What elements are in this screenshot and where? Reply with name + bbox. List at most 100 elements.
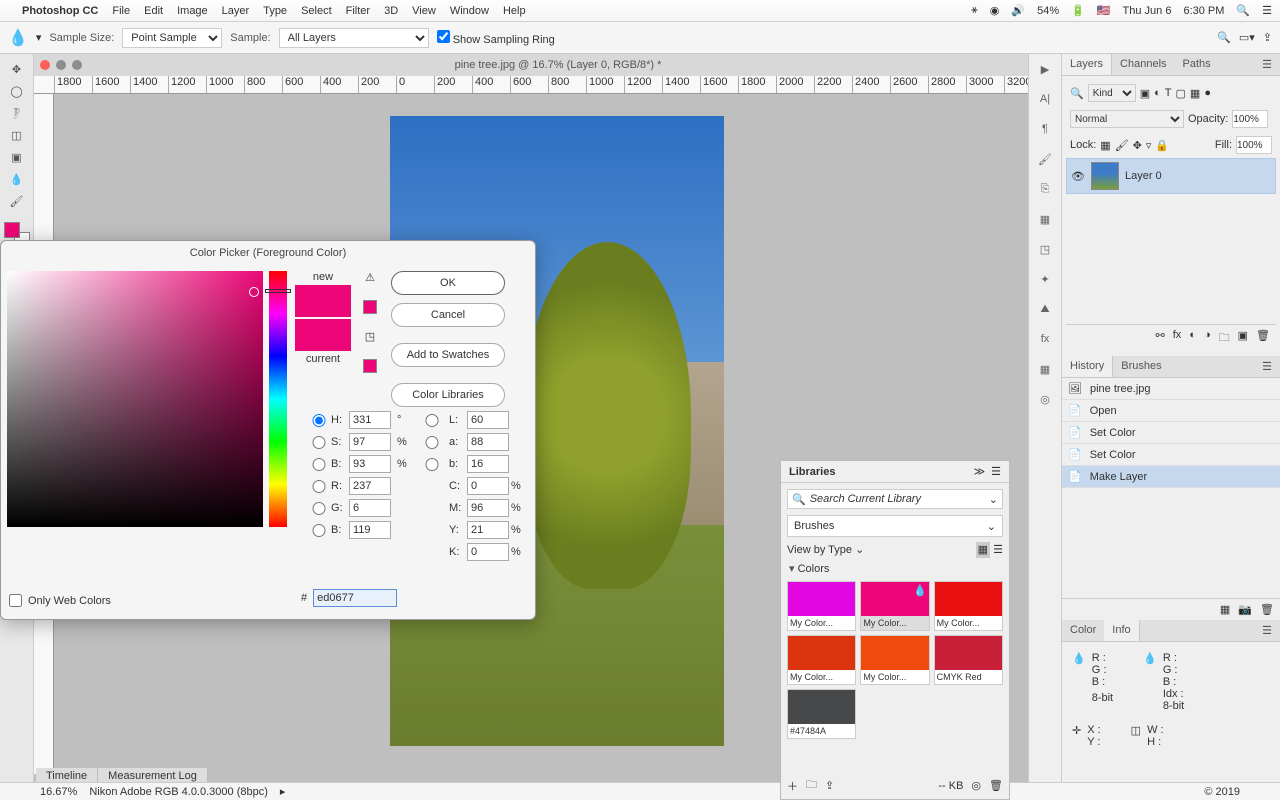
filter-shape-icon[interactable]: ▢: [1176, 87, 1186, 100]
library-swatch[interactable]: My Color...: [860, 635, 929, 685]
cloud-icon[interactable]: ◎: [971, 779, 981, 792]
mask-icon[interactable]: ◐: [1189, 329, 1196, 348]
menu-image[interactable]: Image: [177, 5, 208, 17]
menubar-date[interactable]: Thu Jun 6: [1123, 5, 1172, 17]
cancel-button[interactable]: Cancel: [391, 303, 505, 327]
window-zoom[interactable]: [72, 60, 82, 70]
move-tool[interactable]: ✥: [5, 58, 29, 80]
lock-nest-icon[interactable]: ▿: [1146, 139, 1152, 152]
panel-menu-icon[interactable]: ☰: [1254, 54, 1280, 75]
library-swatch[interactable]: My Color...: [787, 635, 856, 685]
tab-color[interactable]: Color: [1062, 620, 1104, 641]
h-input[interactable]: [349, 411, 391, 429]
app-name[interactable]: Photoshop CC: [22, 5, 98, 17]
filter-adjust-icon[interactable]: ◐: [1154, 87, 1161, 99]
tab-layers[interactable]: Layers: [1062, 54, 1112, 75]
blend-mode-select[interactable]: Normal: [1070, 110, 1184, 128]
menu-view[interactable]: View: [412, 5, 436, 17]
menu-window[interactable]: Window: [450, 5, 489, 17]
workspace-switcher[interactable]: ▭▾: [1239, 31, 1255, 44]
lock-pos-icon[interactable]: ✥: [1133, 139, 1142, 152]
grid-icon[interactable]: ▦: [1035, 360, 1055, 378]
flag-icon[interactable]: 🇺🇸: [1097, 4, 1111, 17]
bluetooth-icon[interactable]: ⚹: [971, 4, 978, 17]
fx-icon[interactable]: fx: [1173, 329, 1182, 348]
marquee-tool[interactable]: ◯: [5, 80, 29, 102]
create-doc-icon[interactable]: ▦: [1220, 603, 1230, 616]
radio-lab-b[interactable]: [417, 458, 447, 471]
tab-paths[interactable]: Paths: [1175, 54, 1219, 75]
layer-row[interactable]: 👁 Layer 0: [1066, 158, 1276, 194]
tab-history[interactable]: History: [1062, 356, 1113, 377]
visibility-icon[interactable]: 👁: [1071, 170, 1085, 183]
b-input[interactable]: [349, 455, 391, 473]
c-input[interactable]: [467, 477, 509, 495]
play-icon[interactable]: ▶: [1035, 60, 1055, 78]
library-swatch[interactable]: 💧My Color...: [860, 581, 929, 631]
y-input[interactable]: [467, 521, 509, 539]
color-libraries-button[interactable]: Color Libraries: [391, 383, 505, 407]
radio-bv[interactable]: [309, 524, 329, 537]
bv-input[interactable]: [349, 521, 391, 539]
lock-all-icon[interactable]: 🔒: [1155, 139, 1169, 152]
colors-section-header[interactable]: ▾ Colors: [781, 562, 1009, 575]
link-icon[interactable]: ⚯: [1156, 329, 1165, 348]
websafe-swatch[interactable]: [363, 359, 377, 373]
library-set-select[interactable]: Brushes⌄: [787, 515, 1003, 537]
brush-tool[interactable]: 🖌: [5, 190, 29, 212]
eyedropper-tool[interactable]: 💧: [5, 168, 29, 190]
character-icon[interactable]: A|: [1035, 90, 1055, 108]
radio-s[interactable]: [309, 436, 329, 449]
3d-icon[interactable]: ◳: [1035, 240, 1055, 258]
library-swatch[interactable]: My Color...: [787, 581, 856, 631]
menu-type[interactable]: Type: [263, 5, 287, 17]
panel-menu-icon[interactable]: ☰: [1254, 356, 1280, 377]
warning-swatch[interactable]: [363, 300, 377, 314]
saturation-field[interactable]: [7, 271, 263, 527]
opacity-input[interactable]: [1232, 110, 1268, 128]
radio-a[interactable]: [417, 436, 447, 449]
hue-slider[interactable]: [269, 271, 287, 527]
g-input[interactable]: [349, 499, 391, 517]
tab-info[interactable]: Info: [1104, 620, 1139, 641]
filter-smart-icon[interactable]: ▦: [1190, 87, 1200, 100]
web-colors-checkbox[interactable]: [9, 594, 22, 607]
trash-icon[interactable]: 🗑: [1260, 603, 1274, 616]
layer-thumbnail[interactable]: [1091, 162, 1119, 190]
history-snapshot[interactable]: 🖼pine tree.jpg: [1062, 378, 1280, 400]
swatches-icon[interactable]: ▦: [1035, 210, 1055, 228]
color-profile[interactable]: Nikon Adobe RGB 4.0.0.3000 (8bpc): [89, 786, 268, 798]
a-input[interactable]: [467, 433, 509, 451]
library-swatch[interactable]: My Color...: [934, 581, 1003, 631]
history-item[interactable]: 📄Make Layer: [1062, 466, 1280, 488]
k-input[interactable]: [467, 543, 509, 561]
menu-select[interactable]: Select: [301, 5, 332, 17]
menu-filter[interactable]: Filter: [346, 5, 370, 17]
menu-file[interactable]: File: [112, 5, 130, 17]
library-search[interactable]: 🔍 Search Current Library ⌄: [787, 489, 1003, 509]
histogram-icon[interactable]: ⛰: [1035, 300, 1055, 318]
menu-extras-icon[interactable]: ☰: [1262, 4, 1272, 17]
radio-h[interactable]: [309, 414, 329, 427]
battery-icon[interactable]: 🔋: [1071, 4, 1085, 17]
add-swatches-button[interactable]: Add to Swatches: [391, 343, 505, 367]
tab-brushes[interactable]: Brushes: [1113, 356, 1169, 377]
library-swatch[interactable]: #47484A: [787, 689, 856, 739]
lab-b-input[interactable]: [467, 455, 509, 473]
window-close[interactable]: [40, 60, 50, 70]
current-color-preview[interactable]: [295, 319, 351, 351]
menu-3d[interactable]: 3D: [384, 5, 398, 17]
history-item[interactable]: 📄Set Color: [1062, 422, 1280, 444]
menubar-time[interactable]: 6:30 PM: [1183, 5, 1224, 17]
history-item[interactable]: 📄Open: [1062, 400, 1280, 422]
radio-r[interactable]: [309, 480, 329, 493]
panel-menu-icon[interactable]: ☰: [1254, 620, 1280, 641]
filter-type-icon[interactable]: T: [1165, 87, 1172, 99]
menu-edit[interactable]: Edit: [144, 5, 163, 17]
upload-icon[interactable]: ⇪: [825, 779, 834, 792]
folder-icon[interactable]: 🗀: [806, 776, 817, 795]
trash-icon[interactable]: 🗑: [989, 779, 1003, 792]
warning-icon[interactable]: ⚠: [365, 271, 375, 284]
r-input[interactable]: [349, 477, 391, 495]
search-icon[interactable]: 🔍: [1217, 31, 1231, 44]
